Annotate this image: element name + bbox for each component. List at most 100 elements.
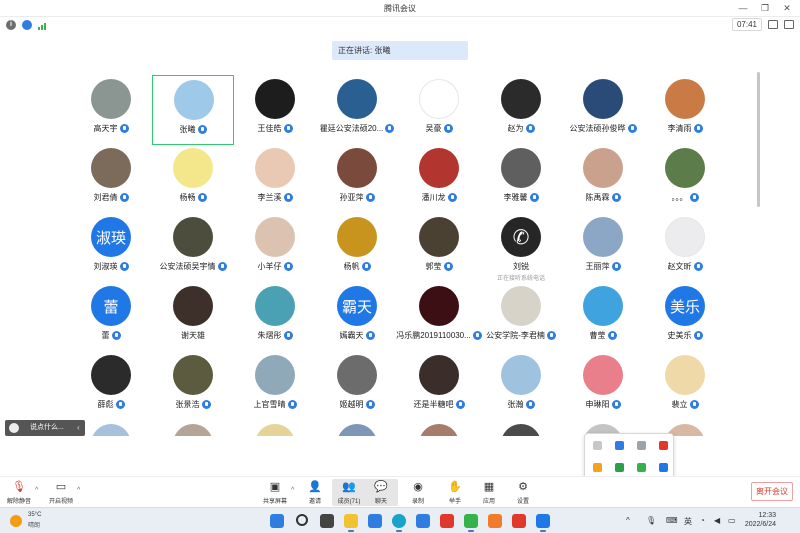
- tencent-meeting-icon[interactable]: [536, 514, 550, 532]
- participant-tile[interactable]: 李雅馨: [480, 144, 562, 214]
- info-icon[interactable]: i: [6, 20, 16, 30]
- video-options-caret[interactable]: ^: [77, 487, 80, 494]
- start-video-button[interactable]: ▭ 开启视频: [44, 479, 78, 506]
- file-explorer-icon[interactable]: [344, 514, 358, 532]
- participant-tile[interactable]: 赵文昕: [644, 213, 726, 283]
- shield-icon[interactable]: [22, 20, 32, 30]
- keyboard-icon[interactable]: ⌨: [666, 516, 678, 525]
- participant-tile[interactable]: 冯乐鹏2019110030...: [396, 282, 482, 352]
- participant-tile[interactable]: [152, 420, 234, 436]
- participant-tile[interactable]: 陈禹霖: [562, 144, 644, 214]
- share-options-caret[interactable]: ^: [291, 487, 294, 494]
- participant-tile[interactable]: 。。。: [644, 144, 726, 214]
- participant-tile[interactable]: 李清雨: [644, 75, 726, 145]
- wifi-icon[interactable]: ◔: [700, 516, 705, 525]
- participant-tile[interactable]: 姬越明: [316, 351, 398, 421]
- record-button[interactable]: ◉ 录制: [401, 479, 435, 506]
- clock[interactable]: 12:33 2022/6/24: [745, 511, 776, 529]
- settings-button[interactable]: ⚙ 设置: [506, 479, 540, 506]
- tray-app-icon[interactable]: [615, 463, 624, 472]
- fullscreen-icon[interactable]: [784, 20, 794, 29]
- participant-tile[interactable]: 美乐 史美乐: [644, 282, 726, 352]
- app-icon[interactable]: [440, 514, 454, 528]
- microphone-icon[interactable]: 🎙: [646, 516, 656, 525]
- participant-tile[interactable]: 瞿廷公安法硕20...: [316, 75, 398, 145]
- participant-tile[interactable]: [316, 420, 398, 436]
- tray-app-icon[interactable]: [659, 441, 668, 450]
- tray-app-icon[interactable]: [637, 463, 646, 472]
- tray-app-icon[interactable]: [593, 463, 602, 472]
- members-button[interactable]: 👥 成员(71): [332, 479, 366, 506]
- participant-tile[interactable]: 曹莹: [562, 282, 644, 352]
- participant-tile[interactable]: 孙亚萍: [316, 144, 398, 214]
- participant-tile[interactable]: [234, 420, 316, 436]
- participant-tile[interactable]: 公安法硕吴宇情: [152, 213, 234, 283]
- tray-app-icon[interactable]: [593, 441, 602, 450]
- participant-tile[interactable]: 潘川龙: [398, 144, 480, 214]
- participant-tile[interactable]: 李兰溪: [234, 144, 316, 214]
- participant-tile[interactable]: 杨畅: [152, 144, 234, 214]
- participant-tile[interactable]: 小羊仔: [234, 213, 316, 283]
- leave-meeting-button[interactable]: 离开会议: [751, 482, 793, 501]
- minimize-icon[interactable]: —: [738, 2, 748, 14]
- scrollbar[interactable]: [757, 72, 760, 207]
- battery-icon[interactable]: ▭: [728, 516, 736, 525]
- participant-tile[interactable]: 薛彪: [70, 351, 152, 421]
- maximize-icon[interactable]: ❐: [760, 2, 770, 14]
- wechat-icon[interactable]: [464, 514, 478, 532]
- participant-tile[interactable]: 还是半糖吧: [398, 351, 480, 421]
- participant-tile[interactable]: 郭莹: [398, 213, 480, 283]
- layout-icon[interactable]: [768, 20, 778, 29]
- participant-tile[interactable]: 王佳皓: [234, 75, 316, 145]
- volume-icon[interactable]: ◀: [714, 516, 720, 525]
- participant-tile[interactable]: 朱熠彤: [234, 282, 316, 352]
- participant-tile[interactable]: 淑瑛 刘淑瑛: [70, 213, 152, 283]
- app-icon[interactable]: [512, 514, 526, 528]
- ime-indicator[interactable]: 英: [684, 516, 692, 527]
- app-icon[interactable]: [488, 514, 502, 528]
- audio-options-caret[interactable]: ^: [35, 487, 38, 494]
- app-icon[interactable]: [416, 514, 430, 528]
- collapse-icon[interactable]: ‹: [77, 420, 80, 436]
- share-screen-button[interactable]: ▣ 共享屏幕: [258, 479, 292, 506]
- participant-tile[interactable]: 上官雪晴: [234, 351, 316, 421]
- participant-tile[interactable]: ✆ 刘锐 正在接听系统电话: [480, 213, 562, 283]
- participant-tile[interactable]: 王丽萍: [562, 213, 644, 283]
- signal-icon[interactable]: [38, 20, 48, 30]
- tray-app-icon[interactable]: [637, 441, 646, 450]
- avatar: 美乐: [665, 286, 705, 326]
- participant-tile[interactable]: 霸天 嫣霸天: [316, 282, 398, 352]
- mail-icon[interactable]: [368, 514, 382, 528]
- unmute-button[interactable]: 🎙 解除静音: [2, 479, 36, 506]
- participant-tile[interactable]: [398, 420, 480, 436]
- participant-tile[interactable]: 张景浩: [152, 351, 234, 421]
- chevron-up-icon[interactable]: ^: [626, 516, 630, 525]
- participant-tile[interactable]: [480, 420, 562, 436]
- participant-tile[interactable]: 张瀚: [480, 351, 562, 421]
- participant-tile[interactable]: 蕾蕾: [70, 282, 152, 352]
- participant-tile[interactable]: 吴豪: [398, 75, 480, 145]
- participant-tile[interactable]: 申琳阳: [562, 351, 644, 421]
- microphone-icon: [119, 262, 129, 271]
- participant-tile[interactable]: 杨帆: [316, 213, 398, 283]
- search-icon[interactable]: [296, 514, 308, 526]
- participant-tile[interactable]: 高天宇: [70, 75, 152, 145]
- close-icon[interactable]: ✕: [782, 2, 792, 14]
- edge-icon[interactable]: [392, 514, 406, 532]
- chat-input-pill[interactable]: 说点什么... ‹: [5, 420, 85, 436]
- participant-tile[interactable]: 公安法硕孙俊晔: [562, 75, 644, 145]
- apps-button[interactable]: ▦ 应用: [472, 479, 506, 506]
- start-icon[interactable]: [270, 514, 284, 528]
- task-view-icon[interactable]: [320, 514, 334, 528]
- chat-button[interactable]: 💬 聊天: [364, 479, 398, 506]
- participant-tile[interactable]: 裴立: [644, 351, 726, 421]
- participant-tile[interactable]: 张曦: [152, 75, 234, 145]
- raise-hand-button[interactable]: ✋ 举手: [438, 479, 472, 506]
- invite-button[interactable]: 👤 邀请: [298, 479, 332, 506]
- participant-tile[interactable]: 刘君倩: [70, 144, 152, 214]
- participant-tile[interactable]: 赵为: [480, 75, 562, 145]
- participant-tile[interactable]: 谢天雄: [152, 282, 234, 352]
- bluetooth-icon[interactable]: [615, 441, 624, 450]
- participant-tile[interactable]: 公安学院-李君楠: [480, 282, 562, 352]
- tray-app-icon[interactable]: [659, 463, 668, 472]
